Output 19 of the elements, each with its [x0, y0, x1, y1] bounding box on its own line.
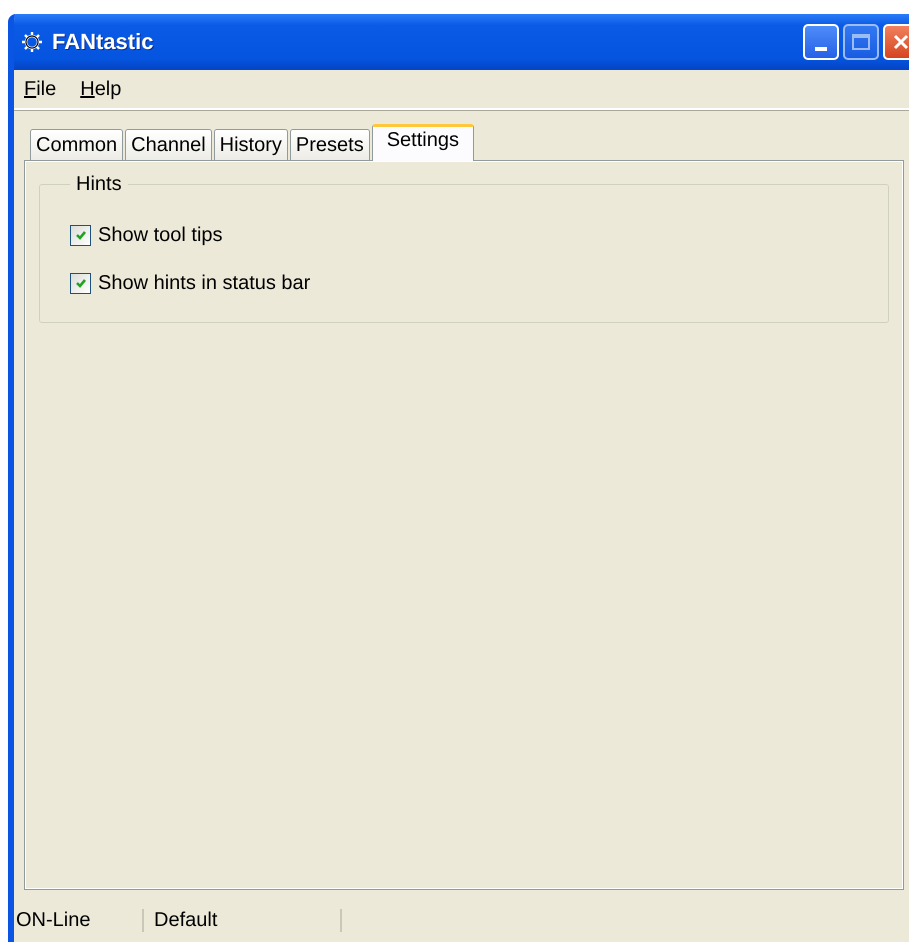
tab[interactable]: Settings — [372, 124, 474, 161]
status-text: ON-Line — [14, 908, 144, 932]
tab[interactable]: Presets — [290, 129, 370, 160]
menu-item[interactable]: File — [24, 78, 56, 100]
checkbox[interactable] — [70, 224, 91, 246]
checkbox-label[interactable]: Show hints in status bar — [98, 272, 310, 294]
status-text: Default — [144, 908, 342, 932]
maximize-button[interactable] — [843, 24, 879, 60]
close-button[interactable] — [883, 24, 909, 60]
tab[interactable]: Common — [30, 129, 124, 160]
gear-icon — [20, 30, 44, 54]
tab[interactable]: History — [214, 129, 288, 160]
checkbox-label[interactable]: Show tool tips — [98, 224, 223, 246]
window-title: FANtastic — [52, 29, 154, 55]
group-title: Hints — [75, 173, 123, 196]
minimize-button[interactable] — [803, 24, 839, 60]
menu-item[interactable]: Help — [80, 78, 122, 100]
tab[interactable]: Channel — [125, 129, 212, 160]
checkbox[interactable] — [70, 272, 91, 294]
